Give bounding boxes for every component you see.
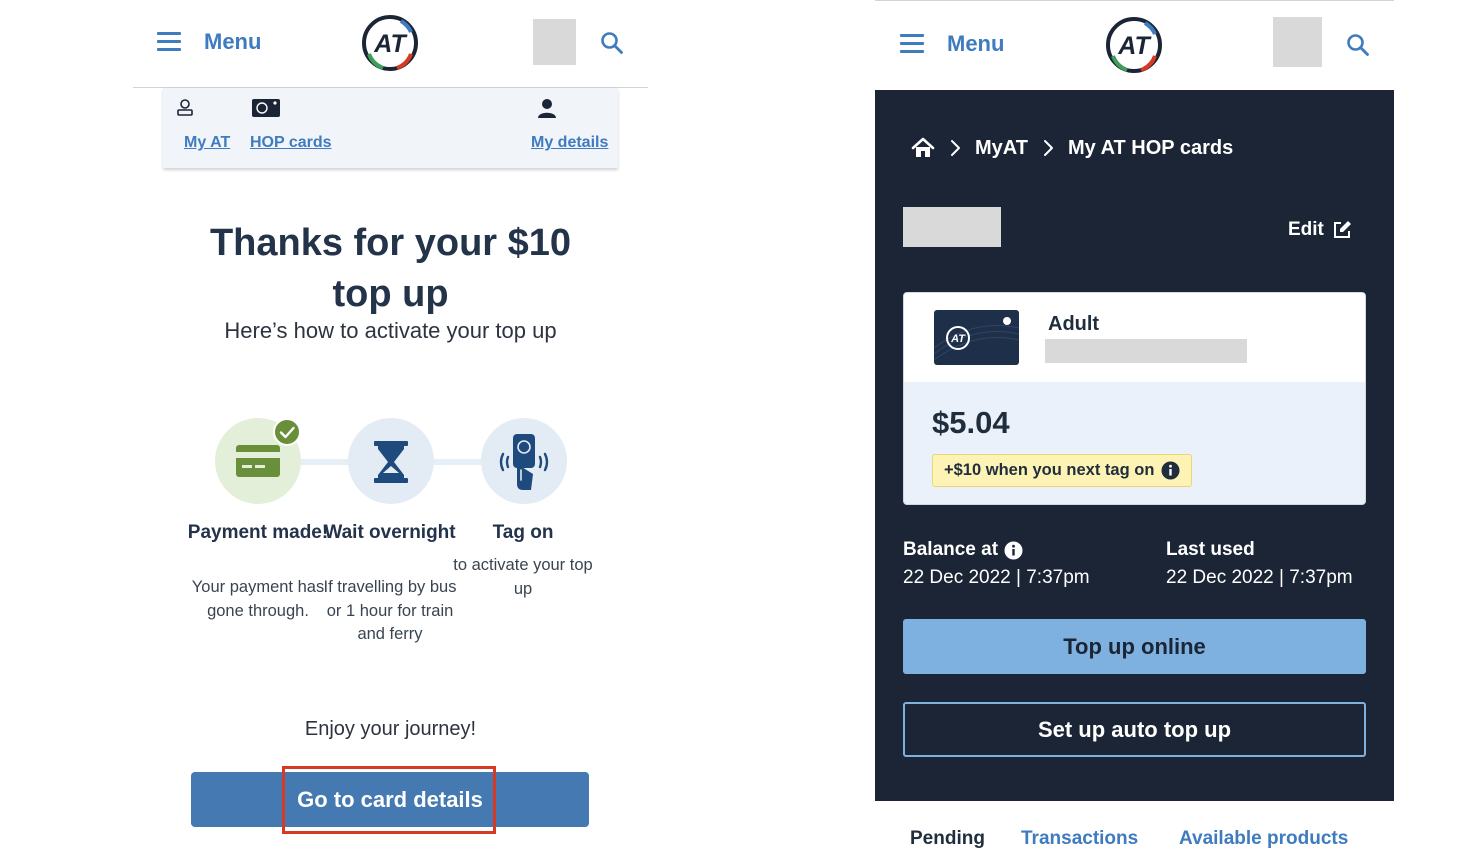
search-icon[interactable] xyxy=(600,31,624,55)
step-connector xyxy=(431,459,483,465)
page-subtitle: Here’s how to activate your top up xyxy=(224,318,557,343)
page-title: Thanks for your $10 top up xyxy=(209,222,572,315)
left-screen: Menu AT My AT HOP cards My details Thank… xyxy=(133,0,648,864)
tab-transactions[interactable]: Transactions xyxy=(1021,828,1138,850)
menu-label[interactable]: Menu xyxy=(204,29,261,55)
last-used-label: Last used xyxy=(1166,539,1255,560)
my-at-icon xyxy=(177,99,193,116)
check-icon xyxy=(273,418,301,446)
svg-text:AT: AT xyxy=(950,333,966,345)
card-number-placeholder xyxy=(1045,339,1247,363)
hop-card-panel: AT Adult $5.04 +$10 when you next tag on xyxy=(903,292,1366,505)
account-subnav: My AT HOP cards My details xyxy=(163,88,618,168)
last-used-value: 22 Dec 2022 | 7:37pm xyxy=(1166,567,1353,588)
step-2-description: If travelling by bus or 1 hour for train… xyxy=(323,578,457,643)
edit-button[interactable]: Edit xyxy=(1288,219,1352,241)
hamburger-icon[interactable] xyxy=(157,32,181,52)
card-type: Adult xyxy=(1048,313,1100,335)
step-3-title: Tag on xyxy=(492,522,554,543)
card-tabs: Pending Transactions Available products xyxy=(875,828,1394,858)
edit-icon xyxy=(1333,221,1351,238)
breadcrumb-hop-cards: My AT HOP cards xyxy=(1067,136,1234,159)
step-3-description: to activate your top up xyxy=(453,556,593,598)
card-balance: $5.04 xyxy=(932,405,1010,440)
hamburger-icon[interactable] xyxy=(900,34,924,54)
divider xyxy=(875,0,1394,1)
right-screen: Menu AT MyAT My AT HOP cards Edit AT Adu… xyxy=(875,0,1394,864)
info-icon[interactable] xyxy=(1161,461,1180,480)
balance-at-label: Balance at xyxy=(903,539,1023,561)
step-2-title: Wait overnight xyxy=(324,522,456,543)
top-up-online-button[interactable]: Top up online xyxy=(903,619,1366,674)
step-2-circle xyxy=(348,418,434,504)
nav-hop-cards[interactable]: HOP cards xyxy=(250,134,332,152)
tab-available-products[interactable]: Available products xyxy=(1179,828,1348,850)
breadcrumb: MyAT My AT HOP cards xyxy=(911,134,1233,162)
tab-pending[interactable]: Pending xyxy=(910,828,985,850)
step-3-circle xyxy=(481,418,567,504)
at-logo[interactable]: AT xyxy=(361,14,419,72)
breadcrumb-myat[interactable]: MyAT xyxy=(975,137,1028,160)
chevron-right-icon xyxy=(951,140,960,156)
highlight-annotation xyxy=(282,766,496,834)
card-header: AT Adult xyxy=(904,293,1365,382)
balance-at-value: 22 Dec 2022 | 7:37pm xyxy=(903,567,1090,588)
activation-steps: Payment made! Your payment has gone thro… xyxy=(133,418,648,678)
site-header: Menu AT xyxy=(133,0,648,88)
auto-top-up-button[interactable]: Set up auto top up xyxy=(903,702,1366,757)
step-connector xyxy=(299,459,349,465)
nav-my-details[interactable]: My details xyxy=(531,134,608,152)
svg-text:AT: AT xyxy=(1117,32,1152,60)
menu-label[interactable]: Menu xyxy=(947,31,1004,57)
hop-card-icon xyxy=(252,99,280,117)
hop-card-image: AT xyxy=(934,310,1019,365)
svg-text:AT: AT xyxy=(373,30,408,58)
at-logo[interactable]: AT xyxy=(1105,16,1163,74)
tag-on-card-icon xyxy=(499,434,549,490)
nav-my-at[interactable]: My AT xyxy=(184,134,230,152)
info-icon[interactable] xyxy=(1004,541,1023,560)
step-1-title: Payment made! xyxy=(187,522,329,543)
avatar-placeholder xyxy=(533,19,576,65)
enjoy-message: Enjoy your journey! xyxy=(304,718,477,740)
avatar-placeholder xyxy=(1273,17,1322,67)
hourglass-icon xyxy=(374,441,408,483)
step-1-description: Your payment has gone through. xyxy=(191,578,325,620)
card-nickname-placeholder xyxy=(903,207,1001,247)
chevron-right-icon xyxy=(1043,140,1053,156)
search-icon[interactable] xyxy=(1346,33,1370,57)
pending-top-up-badge: +$10 when you next tag on xyxy=(932,454,1193,487)
home-icon[interactable] xyxy=(911,137,935,159)
user-icon xyxy=(538,99,556,118)
